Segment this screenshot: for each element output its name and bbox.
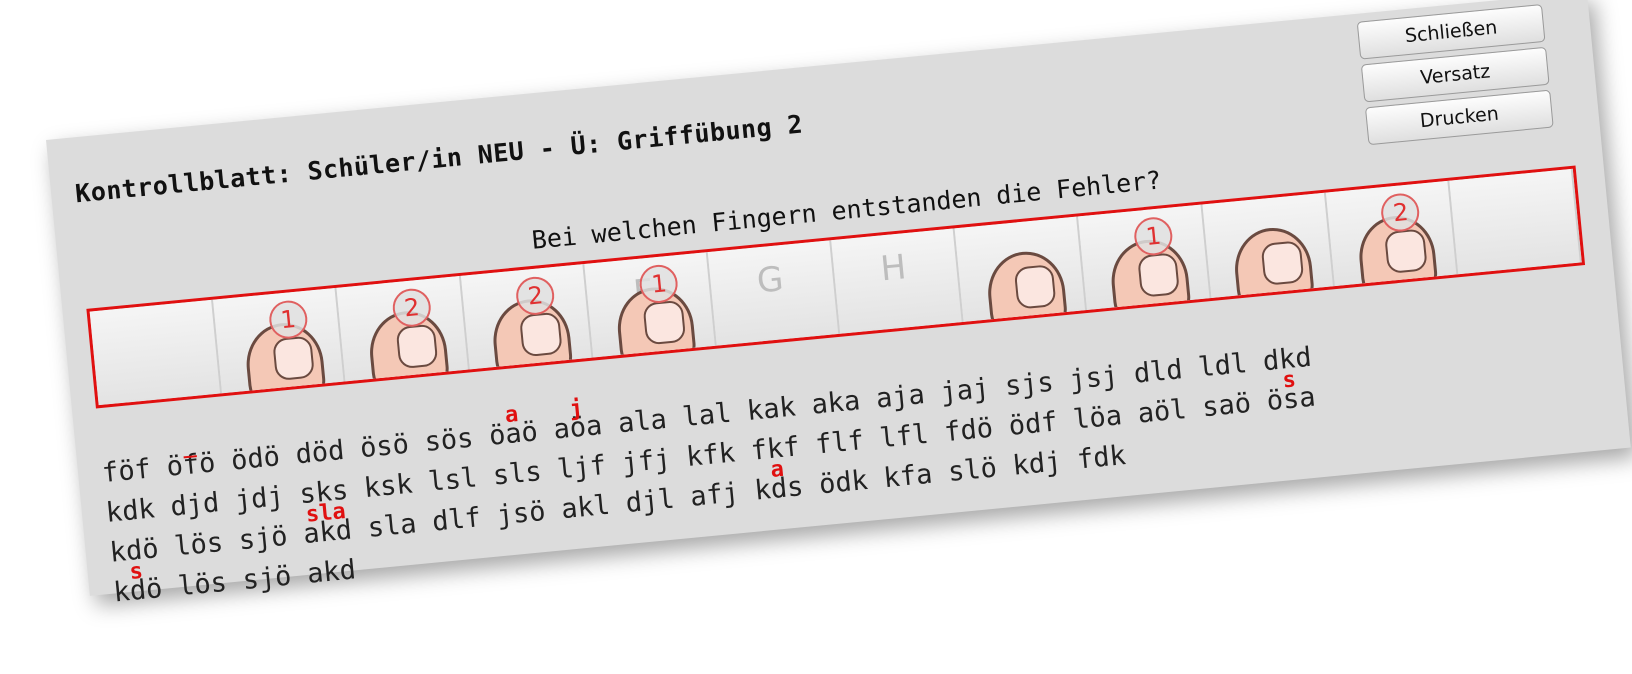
exercise-word: lal bbox=[681, 397, 733, 434]
exercise-word: ksk bbox=[362, 468, 415, 505]
exercise-word: jdj bbox=[233, 480, 286, 517]
exercise-word: jsö bbox=[495, 495, 547, 532]
keyboard-key: F1 bbox=[584, 252, 717, 358]
keyboard-key: G bbox=[707, 240, 841, 346]
finger-icon bbox=[1231, 224, 1317, 299]
exercise-word: lsl bbox=[427, 462, 479, 498]
error-correction-mark: _ bbox=[181, 433, 197, 460]
fingernail-icon bbox=[271, 335, 316, 382]
exercise-word: akl bbox=[559, 489, 612, 526]
exercise-word: ödf bbox=[1007, 406, 1059, 442]
fingernail-icon bbox=[1384, 228, 1428, 274]
exercise-word: ösö bbox=[358, 428, 411, 465]
exercise-word: sjs bbox=[1003, 366, 1056, 403]
exercise-word: löa bbox=[1071, 400, 1124, 436]
exercise-word: sls bbox=[491, 456, 544, 492]
exercise-word: ljf bbox=[555, 449, 608, 486]
exercise-word: djd bbox=[169, 487, 221, 523]
exercise-word: sjö bbox=[237, 520, 289, 557]
keyboard-key: 1 bbox=[213, 287, 346, 394]
exercise-word: dld bbox=[1132, 354, 1185, 390]
exercise-word: kfa bbox=[882, 458, 934, 495]
exercise-word: död bbox=[294, 434, 346, 471]
exercise-word: ödk bbox=[817, 464, 870, 501]
exercise-word: ala bbox=[616, 403, 669, 440]
exercise-word: kfk bbox=[684, 437, 737, 474]
keyboard-key: 2 bbox=[460, 264, 594, 370]
finger-icon bbox=[984, 248, 1070, 322]
exercise-word: jaj bbox=[939, 372, 991, 409]
fingernail-icon bbox=[519, 311, 563, 358]
keyboard-key bbox=[954, 216, 1088, 322]
exercise-word: kdö s bbox=[112, 559, 164, 613]
fingernail-icon bbox=[642, 299, 687, 346]
keyboard-key: 1 bbox=[1078, 204, 1212, 310]
exercise-word: jfj bbox=[620, 443, 672, 480]
exercise-word: ödö bbox=[229, 441, 282, 477]
exercise-word: akd sla bbox=[301, 499, 354, 555]
exercise-word: jsj bbox=[1067, 360, 1120, 396]
exercise-word: fdö bbox=[942, 412, 995, 449]
error-correction-mark: j bbox=[568, 395, 584, 423]
keyboard-key bbox=[1202, 192, 1335, 299]
exercise-word: afj bbox=[688, 477, 741, 513]
exercise-word: kdj bbox=[1011, 446, 1063, 482]
exercise-word: sla bbox=[366, 508, 418, 544]
fingernail-icon bbox=[1013, 264, 1057, 310]
keyboard-key: 2 bbox=[336, 275, 470, 382]
exercise-word: lös bbox=[172, 526, 225, 563]
exercise-word: sös bbox=[423, 422, 475, 459]
exercise-word: lfl bbox=[878, 418, 930, 455]
exercise-word: akd bbox=[305, 554, 358, 590]
control-sheet: Kontrollblatt: Schüler/in NEU - Ü: Griff… bbox=[46, 0, 1631, 609]
button-group: Schließen Versatz Drucken bbox=[1356, 4, 1555, 150]
exercise-word: lös bbox=[176, 566, 229, 603]
keyboard-key bbox=[89, 299, 223, 406]
exercise-word: aja bbox=[874, 379, 927, 415]
exercise-word: ösa s bbox=[1265, 367, 1317, 422]
exercise-word: öfö _ bbox=[165, 433, 217, 487]
fingernail-icon bbox=[1137, 252, 1181, 298]
exercise-word: kdk bbox=[104, 493, 157, 529]
error-correction-mark: sla bbox=[304, 499, 347, 528]
exercise-word: sjö bbox=[241, 560, 293, 597]
exercise-word: fdk bbox=[1075, 440, 1128, 476]
page-title: Kontrollblatt: Schüler/in NEU - Ü: Griff… bbox=[73, 109, 805, 209]
exercise-word: saö bbox=[1200, 387, 1253, 424]
exercise-word: föf bbox=[100, 453, 153, 490]
keyboard-key: H bbox=[831, 228, 964, 334]
fingernail-icon bbox=[1260, 240, 1305, 286]
exercise-word: aöl bbox=[1136, 394, 1188, 430]
key-letter: G bbox=[755, 259, 786, 302]
keyboard-key bbox=[1449, 168, 1582, 275]
exercise-word: ldl bbox=[1196, 347, 1249, 384]
exercise-word: flf bbox=[813, 425, 866, 461]
keyboard-key: 2 bbox=[1325, 180, 1459, 287]
error-correction-mark: a bbox=[503, 402, 520, 429]
exercise-word: djl bbox=[624, 483, 676, 520]
exercise-word: öaö a bbox=[487, 402, 540, 456]
key-letter: H bbox=[878, 247, 909, 290]
fingernail-icon bbox=[395, 323, 439, 370]
exercise-word: aöa j bbox=[552, 396, 604, 450]
exercise-word: kds a bbox=[753, 457, 805, 511]
exercise-word: dlf bbox=[430, 502, 483, 538]
exercise-word: slö bbox=[946, 452, 999, 488]
exercise-word: aka bbox=[810, 385, 862, 421]
exercise-word: kak bbox=[745, 391, 798, 427]
